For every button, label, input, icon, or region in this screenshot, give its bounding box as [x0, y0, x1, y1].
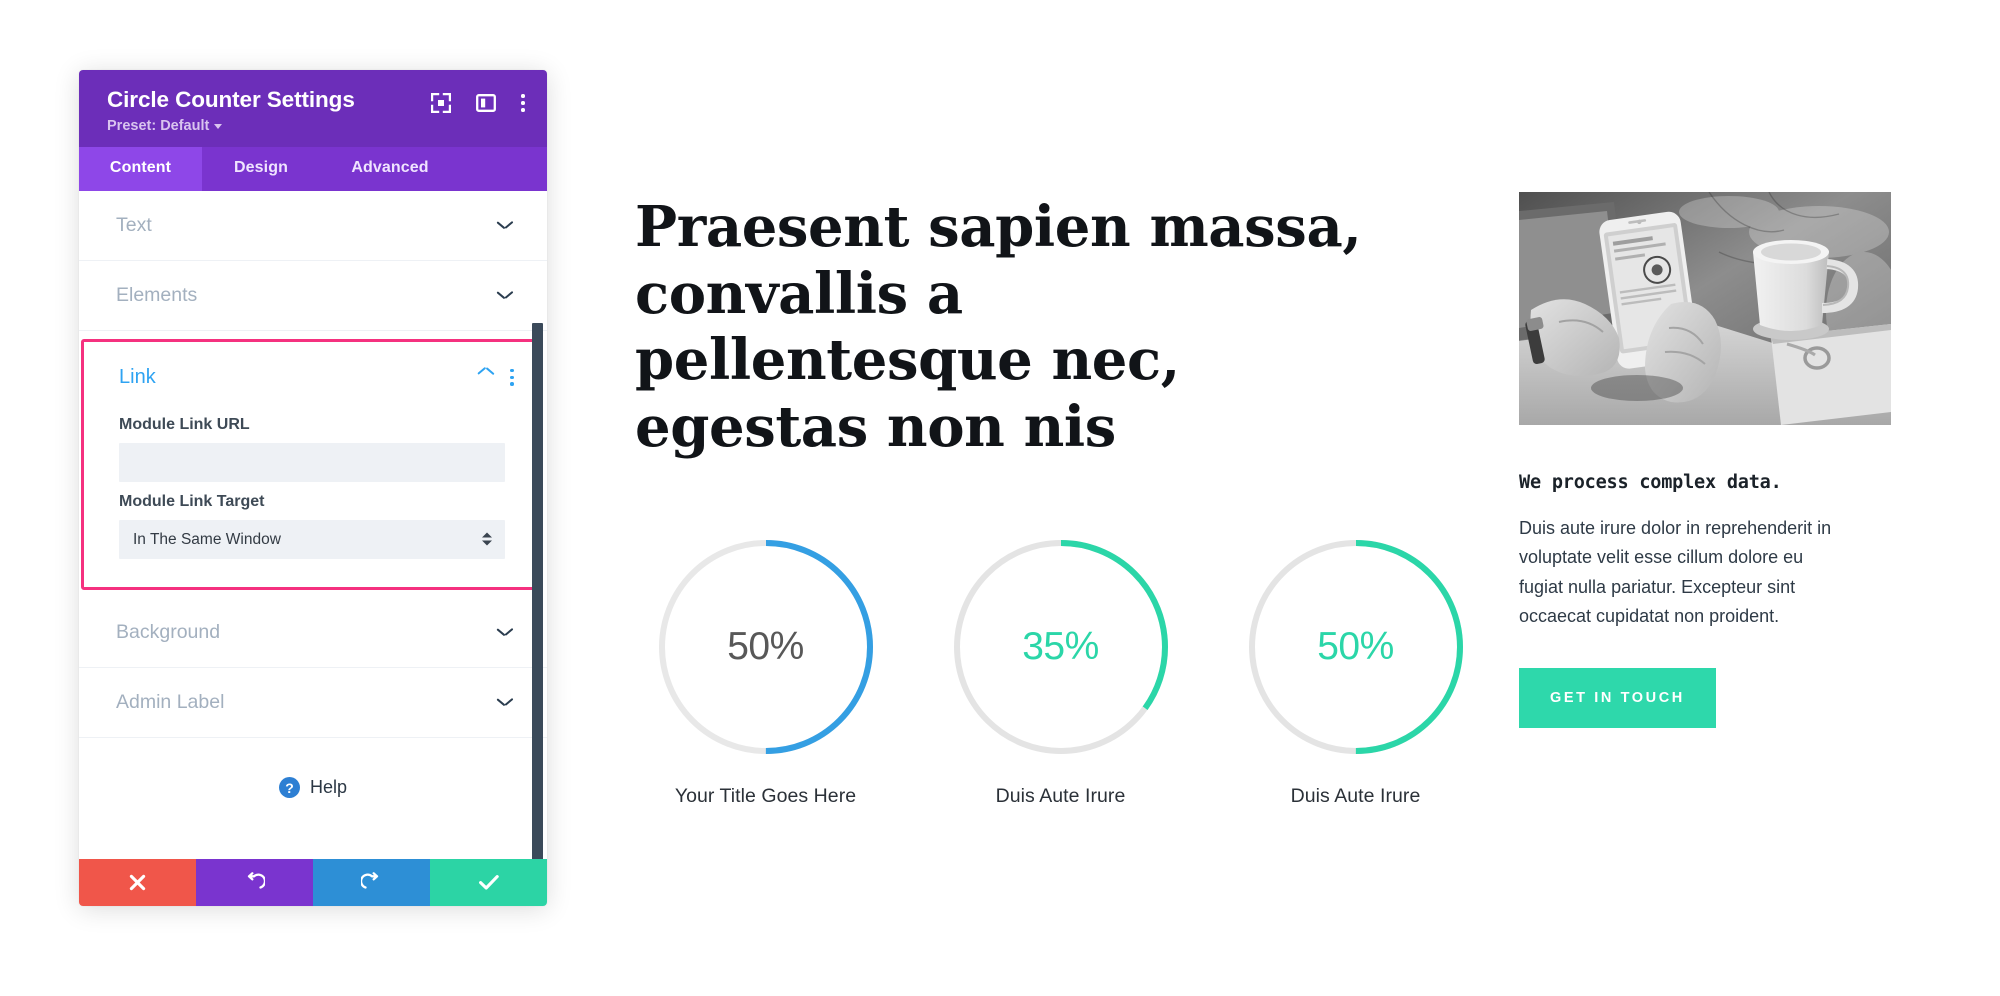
chevron-down-icon — [497, 291, 512, 300]
chevron-down-icon — [497, 628, 512, 637]
get-in-touch-button[interactable]: GET IN TOUCH — [1519, 668, 1716, 729]
save-button[interactable] — [430, 859, 547, 906]
section-link-expanded: Link Module Link URL Module Link Target — [81, 338, 543, 590]
caret-down-icon — [214, 124, 223, 130]
circle-counter-value-2: 35% — [1022, 625, 1099, 668]
panel-tabs: Content Design Advanced — [79, 146, 547, 191]
panel-scrollbar[interactable] — [532, 322, 543, 859]
section-background[interactable]: Background — [79, 597, 547, 668]
section-admin-label[interactable]: Admin Label — [79, 667, 547, 738]
section-link-actions — [478, 368, 514, 386]
page-title: Praesent sapien massa, convallis a pelle… — [635, 194, 1362, 460]
tab-content[interactable]: Content — [79, 146, 202, 191]
circle-counter-group: 50% Your Title Goes Here 35% Duis Aute I… — [618, 536, 1503, 808]
section-link-header[interactable]: Link — [84, 342, 540, 405]
section-text[interactable]: Text — [79, 190, 547, 261]
module-link-url-label: Module Link URL — [119, 415, 250, 433]
circle-counter-value-3: 50% — [1317, 625, 1394, 668]
section-text-label: Text — [116, 213, 152, 236]
preset-label: Preset: Default — [107, 117, 210, 134]
chevron-up-icon[interactable] — [478, 373, 493, 382]
circle-counter-ring-2: 35% — [950, 536, 1172, 758]
kebab-menu-icon[interactable] — [521, 94, 525, 112]
fullscreen-icon[interactable] — [431, 93, 452, 113]
circle-counter-settings-panel: Circle Counter Settings Preset: Default — [79, 70, 547, 906]
circle-counter-value-1: 50% — [727, 625, 804, 668]
circle-counter-title-1: Your Title Goes Here — [674, 785, 857, 807]
panel-body: Text Elements Link Module Link URL Modul… — [79, 190, 547, 859]
undo-button[interactable] — [196, 859, 313, 906]
section-background-label: Background — [116, 620, 221, 643]
panel-header-actions — [431, 93, 525, 113]
circle-counter-title-3: Duis Aute Irure — [1290, 785, 1421, 807]
circle-counter-ring-3: 50% — [1245, 536, 1467, 758]
promo-heading: We process complex data. — [1519, 472, 1782, 493]
kebab-menu-icon[interactable] — [510, 368, 514, 386]
help-question-icon: ? — [278, 777, 300, 799]
redo-button[interactable] — [313, 859, 430, 906]
help-label: Help — [309, 777, 348, 798]
module-link-target-label: Module Link Target — [119, 492, 265, 510]
help-link[interactable]: ? Help — [79, 737, 547, 838]
circle-counter-2: 35% Duis Aute Irure — [913, 536, 1208, 808]
cancel-button[interactable] — [79, 859, 196, 906]
circle-counter-ring-1: 50% — [655, 536, 877, 758]
panel-header: Circle Counter Settings Preset: Default — [79, 70, 547, 147]
module-link-url-input[interactable] — [119, 442, 505, 482]
chevron-down-icon — [497, 221, 512, 230]
right-column: We process complex data. Duis aute irure… — [1519, 192, 1893, 729]
panel-header-titles: Circle Counter Settings Preset: Default — [107, 87, 355, 134]
circle-counter-title-2: Duis Aute Irure — [995, 785, 1126, 807]
tab-advanced[interactable]: Advanced — [320, 147, 460, 191]
layout-panel-icon[interactable] — [476, 93, 497, 113]
module-link-target-select[interactable]: In The Same Window In The New Tab — [119, 519, 505, 559]
module-link-url-group: Module Link URL — [84, 416, 540, 482]
module-link-target-group: Module Link Target In The Same Window In… — [84, 493, 540, 559]
preset-selector[interactable]: Preset: Default — [107, 118, 355, 134]
promo-body-text: Duis aute irure dolor in reprehenderit i… — [1519, 518, 1832, 626]
tab-design[interactable]: Design — [202, 147, 320, 191]
panel-footer — [79, 859, 547, 906]
panel-title: Circle Counter Settings — [107, 87, 355, 112]
section-elements[interactable]: Elements — [79, 260, 547, 331]
section-link-label: Link — [119, 365, 156, 388]
promo-photo — [1519, 192, 1891, 425]
page-root: Circle Counter Settings Preset: Default — [0, 0, 2000, 996]
chevron-down-icon — [497, 698, 512, 707]
circle-counter-1: 50% Your Title Goes Here — [618, 536, 913, 808]
section-admin-label-label: Admin Label — [116, 690, 225, 713]
circle-counter-3: 50% Duis Aute Irure — [1208, 536, 1503, 808]
section-elements-label: Elements — [116, 283, 198, 306]
